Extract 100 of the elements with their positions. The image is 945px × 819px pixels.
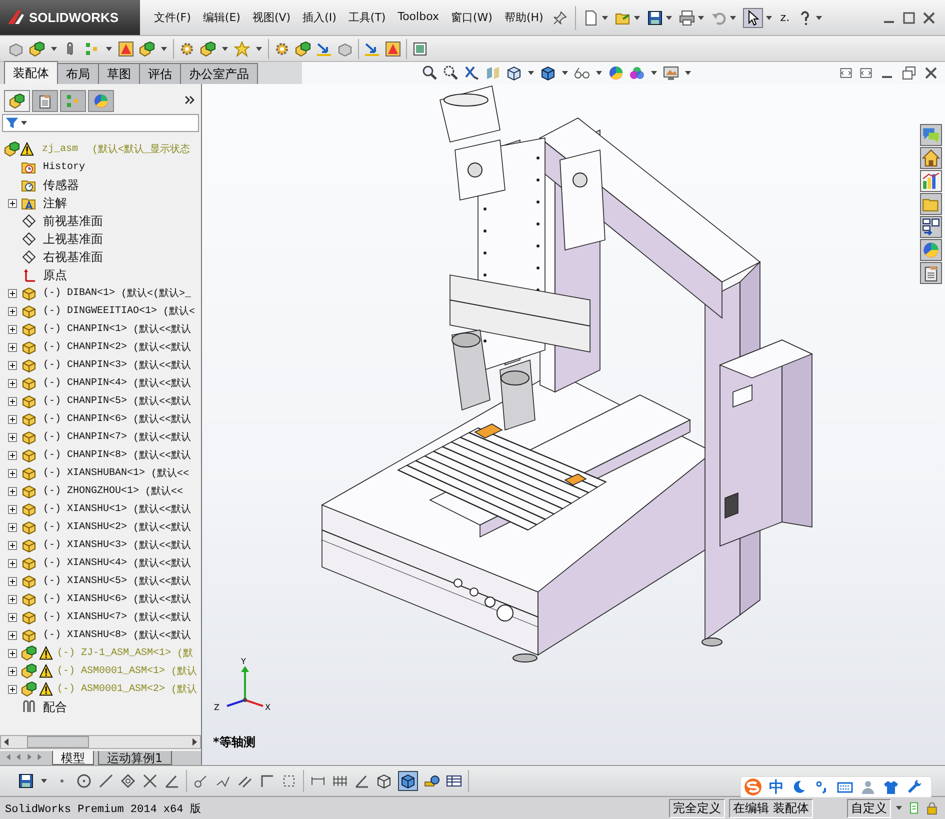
maximize-icon[interactable] xyxy=(901,10,917,26)
assembly-feature-icon[interactable] xyxy=(179,40,195,56)
expand-icon[interactable] xyxy=(8,666,17,676)
expand-icon[interactable] xyxy=(8,630,17,640)
command-tab[interactable]: 评估 xyxy=(139,63,181,84)
pin-icon[interactable] xyxy=(552,10,568,26)
tree-item-label[interactable]: (-) CHANPIN<4> xyxy=(43,378,128,388)
close-icon[interactable] xyxy=(921,10,937,26)
expand-icon[interactable] xyxy=(8,684,17,694)
tree-item-label[interactable]: 原点 xyxy=(43,266,67,284)
color-ball-icon[interactable] xyxy=(93,93,109,109)
search-text[interactable]: z. xyxy=(780,11,790,24)
tile-right-icon[interactable] xyxy=(859,66,873,80)
dashed-box-icon[interactable] xyxy=(281,773,297,789)
filter-icon[interactable] xyxy=(5,116,19,130)
tree-item-label[interactable]: (-) DIBAN<1> xyxy=(43,288,116,298)
clipboard-icon[interactable] xyxy=(37,93,53,109)
corner-icon[interactable] xyxy=(259,773,275,789)
tree-item-label[interactable]: History xyxy=(43,162,86,172)
tree-item-label[interactable]: (-) CHANPIN<2> xyxy=(43,342,128,352)
sheet-icon[interactable] xyxy=(412,40,428,56)
tree-item-label[interactable]: (-) XIANSHU<1> xyxy=(43,504,128,514)
tree-item-label[interactable]: 传感器 xyxy=(43,176,79,194)
scrollbar[interactable] xyxy=(0,735,201,749)
menu-item[interactable]: 工具(T) xyxy=(342,8,392,27)
table-icon[interactable] xyxy=(446,773,462,789)
expand-icon[interactable] xyxy=(8,198,17,208)
line-icon[interactable] xyxy=(98,773,114,789)
wireframe-cube-icon[interactable] xyxy=(376,773,392,789)
command-tab[interactable]: 草图 xyxy=(98,63,140,84)
filter-field[interactable] xyxy=(2,114,199,132)
edit-component-icon[interactable] xyxy=(118,40,134,56)
save-icon[interactable] xyxy=(647,10,664,26)
appearance-tab[interactable] xyxy=(920,239,942,261)
command-tab[interactable]: 办公室产品 xyxy=(180,63,258,84)
angle-icon[interactable] xyxy=(164,773,180,789)
arrow-icon[interactable] xyxy=(364,40,380,56)
trim-icon[interactable] xyxy=(142,773,158,789)
tree-item-label[interactable]: (-) DINGWEEITIAO<1> xyxy=(43,306,158,316)
appearance-icon[interactable] xyxy=(608,65,624,81)
expand-icon[interactable] xyxy=(8,612,17,622)
expand-icon[interactable] xyxy=(8,486,17,496)
tree-item-label[interactable]: 前视基准面 xyxy=(43,212,103,230)
menu-item[interactable]: 文件(F) xyxy=(148,8,197,27)
view-orientation-icon[interactable] xyxy=(506,65,522,81)
expand-icon[interactable] xyxy=(8,522,17,532)
menu-item[interactable]: 插入(I) xyxy=(296,8,342,27)
expand-icon[interactable] xyxy=(8,396,17,406)
chart-tab[interactable] xyxy=(920,170,942,192)
tree-item-label[interactable]: (-) CHANPIN<3> xyxy=(43,360,128,370)
tree-item-label[interactable]: (-) CHANPIN<5> xyxy=(43,396,128,406)
interference-icon[interactable] xyxy=(337,40,353,56)
model-tab[interactable]: 运动算例1 xyxy=(98,751,172,765)
expand-icon[interactable] xyxy=(8,594,17,604)
feature-manager-tab[interactable] xyxy=(4,90,30,112)
pattern-icon[interactable] xyxy=(84,40,100,56)
status-field[interactable]: 自定义 xyxy=(847,798,891,818)
expand-icon[interactable] xyxy=(8,504,17,514)
tree-item-label[interactable]: (-) XIANSHU<3> xyxy=(43,540,128,550)
select-button[interactable] xyxy=(743,8,764,28)
clipboard-tab[interactable] xyxy=(920,262,942,284)
expand-icon[interactable] xyxy=(8,432,17,442)
expand-icon[interactable] xyxy=(8,306,17,316)
tree-item-label[interactable]: (-) ZHONGZHOU<1> xyxy=(43,486,140,496)
chat-tab[interactable] xyxy=(920,124,942,146)
tree-item-label[interactable]: (-) XIANSHU<6> xyxy=(43,594,128,604)
expand-icon[interactable] xyxy=(8,288,17,298)
insert-component-icon[interactable] xyxy=(29,40,45,56)
model-tab[interactable]: 模型 xyxy=(52,751,94,765)
menu-item[interactable]: 编辑(E) xyxy=(196,8,246,27)
measure-icon[interactable] xyxy=(424,773,440,789)
tree-item-label[interactable]: (-) XIANSHU<4> xyxy=(43,558,128,568)
exploded-view-icon[interactable] xyxy=(295,40,311,56)
folder-tab[interactable] xyxy=(920,193,942,215)
chevron-icon[interactable] xyxy=(183,93,197,107)
expand-icon[interactable] xyxy=(8,576,17,586)
explode-line-icon[interactable] xyxy=(316,40,332,56)
smart-fastener-icon[interactable] xyxy=(200,40,216,56)
expand-icon[interactable] xyxy=(8,324,17,334)
view-palette-tab[interactable] xyxy=(920,216,942,238)
glasses-icon[interactable] xyxy=(574,65,590,81)
house-tab[interactable] xyxy=(920,147,942,169)
expand-icon[interactable] xyxy=(8,414,17,424)
warning-icon[interactable] xyxy=(385,40,401,56)
tree-item-label[interactable]: (-) XIANSHUBAN<1> xyxy=(43,468,146,478)
tree-item-label[interactable]: 上视基准面 xyxy=(43,230,103,248)
gear-icon[interactable] xyxy=(274,40,290,56)
tree-item-label[interactable]: (-) XIANSHU<2> xyxy=(43,522,128,532)
menu-item[interactable]: 帮助(H) xyxy=(498,8,550,27)
lock-icon[interactable] xyxy=(925,801,939,815)
tree-item-label[interactable]: (-) CHANPIN<8> xyxy=(43,450,128,460)
tree-item-label[interactable]: 注解 xyxy=(43,194,67,212)
expand-icon[interactable] xyxy=(8,468,17,478)
new-document-icon[interactable] xyxy=(583,10,600,26)
fillet-icon[interactable] xyxy=(193,773,209,789)
view-settings-icon[interactable] xyxy=(663,65,679,81)
previous-view-icon[interactable] xyxy=(464,65,480,81)
move-component-icon[interactable] xyxy=(139,40,155,56)
grid-icon[interactable] xyxy=(332,773,348,789)
printer-icon[interactable] xyxy=(679,10,696,26)
